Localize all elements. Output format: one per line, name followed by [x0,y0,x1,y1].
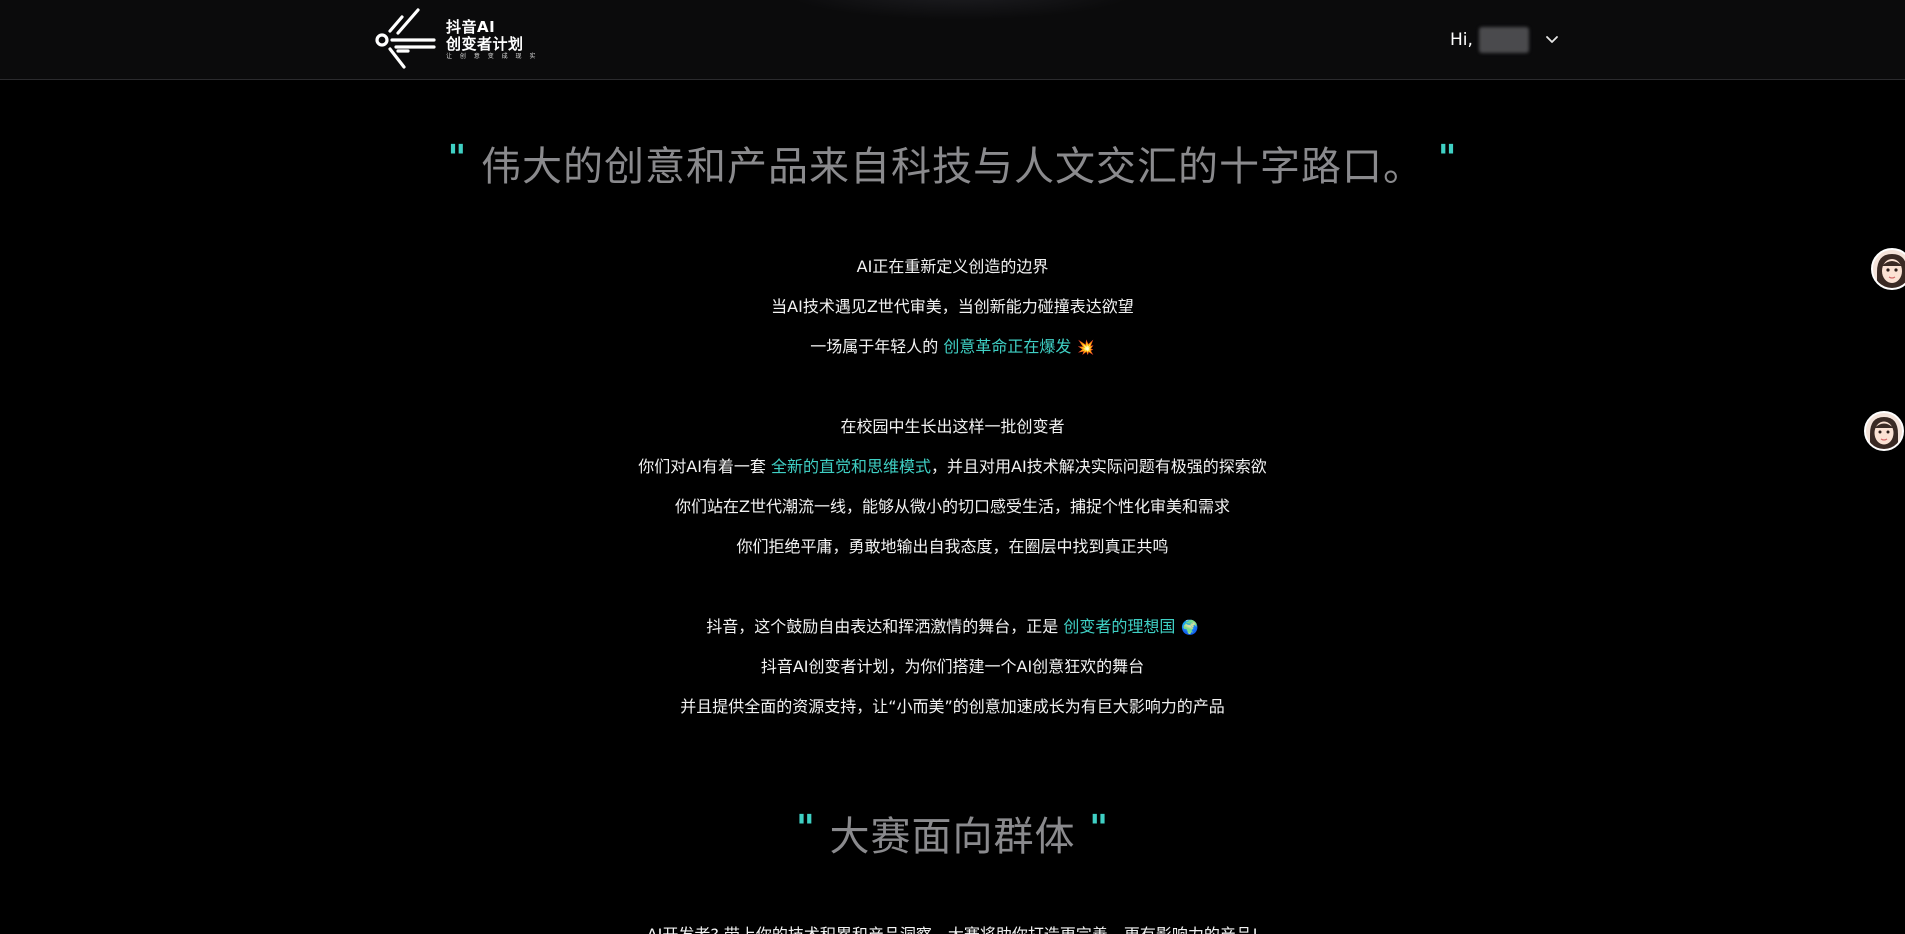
explosion-emoji-icon: 💥 [1077,340,1095,356]
top-header: 抖音AI 创变者计划 让 创 意 变 成 现 实 Hi, [0,0,1905,80]
douyin-line-2: 抖音AI创变者计划，为你们搭建一个AI创意狂欢的舞台 [760,657,1145,676]
campus-line-2-prefix: 你们对AI有着一套 [638,457,772,476]
username-redacted [1478,27,1529,53]
douyin-line-3: 并且提供全面的资源支持，让“小而美”的创意加速成长为有巨大影响力的产品 [680,697,1225,716]
campus-line-1: 在校园中生长出这样一批创变者 [840,417,1065,436]
intro-line-2: 当AI技术遇见Z世代审美，当创新能力碰撞表达欲望 [771,297,1134,316]
intro-line-1: AI正在重新定义创造的边界 [856,257,1049,276]
logo-subtitle: 让 创 意 变 成 现 实 [446,53,539,61]
campus-line-2: 你们对AI有着一套 全新的直觉和思维模式，并且对用AI技术解决实际问题有极强的探… [0,456,1905,478]
logo-title-line1: 抖音AI [446,18,496,37]
douyin-line-1: 抖音，这个鼓励自由表达和挥洒激情的舞台，正是 创变者的理想国 🌍 [0,616,1905,639]
douyin-line-1-prefix: 抖音，这个鼓励自由表达和挥洒激情的舞台，正是 [706,617,1064,636]
douyin-line-1-highlight: 创变者的理想国 [1063,617,1176,636]
quote-close-mark: " [1437,138,1458,179]
intro-line-3-prefix: 一场属于年轻人的 [810,337,944,356]
quote-open-mark: " [796,808,816,849]
intro-line-3-highlight: 创意革命正在爆发 [943,337,1072,356]
quote-close-mark: " [1089,808,1109,849]
logo[interactable]: 抖音AI 创变者计划 让 创 意 变 成 现 实 [372,7,538,73]
quote-open-mark: " [447,138,468,179]
user-menu[interactable]: Hi, [1450,27,1559,53]
intro-line-3: 一场属于年轻人的 创意革命正在爆发 💥 [0,336,1905,359]
chevron-down-icon[interactable] [1545,33,1559,47]
logo-title-line2: 创变者计划 [446,34,524,53]
assistant-avatar-icon[interactable] [1871,248,1905,290]
assistant-avatar-icon[interactable] [1864,411,1904,451]
campus-line-2-highlight: 全新的直觉和思维模式 [771,457,932,476]
campus-line-2-suffix: ，并且对用AI技术解决实际问题有极强的探索欲 [931,457,1267,476]
section-title-audience: " 大赛面向群体 " [0,804,1905,862]
campus-line-4: 你们拒绝平庸，勇敢地输出自我态度，在圈层中找到真正共鸣 [736,537,1169,556]
section-title-text: 大赛面向群体 [829,814,1076,860]
globe-emoji-icon: 🌍 [1181,620,1199,636]
campus-line-3: 你们站在Z世代潮流一线，能够从微小的切口感受生活，捕捉个性化审美和需求 [675,497,1230,516]
logo-text: 抖音AI 创变者计划 让 创 意 变 成 现 实 [446,19,538,61]
header-glow-decoration [780,0,1140,20]
hero-quote-text: 伟大的创意和产品来自科技与人文交汇的十字路口。 [481,144,1424,190]
hero-quote: " 伟大的创意和产品来自科技与人文交汇的十字路口。 " [0,134,1905,192]
user-greeting: Hi, [1450,30,1473,50]
logo-mark-icon [375,8,436,69]
audience-partial-line: AI开发者? 带上你的技术积累和产品洞察，大赛将助你打造更完善、更有影响力的产品… [0,924,1905,934]
